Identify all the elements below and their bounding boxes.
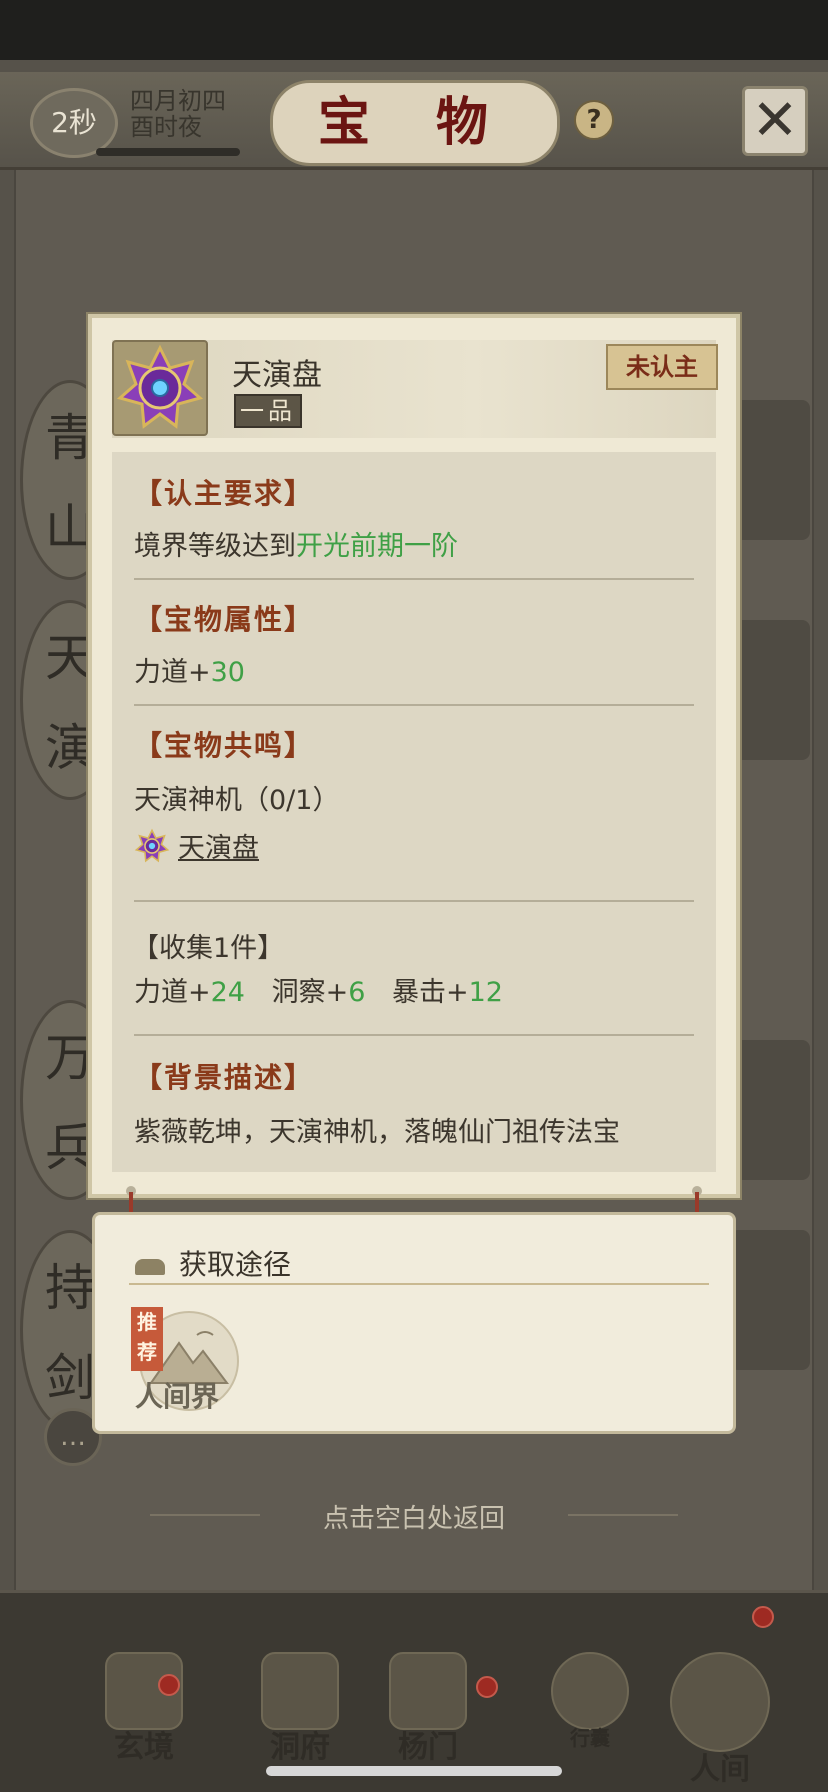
attributes-title: 【宝物属性】 [134,603,315,636]
purple-star-artifact-icon [112,340,208,436]
attribute-label: 力道+ [134,657,211,688]
world-icon [670,1652,770,1752]
nav-label: 杨门 [398,1730,458,1765]
bonus-label: 力道+ [134,977,211,1008]
date-display: 四月初四 酉时夜 [130,88,226,140]
item-details: 【认主要求】 境界等级达到开光前期一阶 【宝物属性】 力道+30 【宝物共鸣】 … [112,452,716,1172]
home-indicator[interactable] [266,1766,562,1776]
requirement-title: 【认主要求】 [134,477,315,510]
bonus-value: 12 [468,977,503,1008]
requirement-prefix: 境界等级达到 [134,531,296,562]
resonance-member-link[interactable]: 天演盘 [178,833,259,864]
purple-star-artifact-icon [134,828,170,864]
side-arrow-2 [730,620,810,760]
requirement-value: 开光前期一阶 [296,531,458,562]
hint-decor-right [568,1514,678,1516]
recommend-badge: 推荐 [131,1307,163,1371]
close-button[interactable]: ✕ [742,86,808,156]
return-hint[interactable]: 点击空白处返回 [0,1498,828,1535]
page-title: 宝 物 [270,80,560,166]
bonus-label: 洞察+ [271,977,349,1008]
notification-dot [158,1674,180,1696]
obtain-panel: 获取途径 推荐 人间界 [92,1212,736,1434]
banner-icon [389,1652,467,1730]
item-info-card: 天演盘 一品 未认主 【认主要求】 境界等级达到开光前期一阶 【宝物属性】 力道… [88,314,740,1198]
bonus-value: 6 [348,977,366,1008]
divider [134,704,694,706]
grade-badge: 一品 [234,394,302,428]
nav-label: 玄境 [114,1730,174,1765]
nav-item-renjian[interactable]: 人间 [660,1652,780,1787]
background-text: 紫薇乾坤，天演神机，落魄仙门祖传法宝 [134,1117,620,1148]
resonance-set-name: 天演神机（0/1） [134,785,340,816]
nav-item-dongfu[interactable]: 洞府 [240,1652,360,1772]
date-line2: 酉时夜 [130,113,202,141]
bonus-value: 24 [210,977,245,1008]
nav-label: 行囊 [570,1726,610,1750]
notification-dot [752,1606,774,1628]
time-progress-bar [96,148,240,156]
attribute-line: 力道+30 [134,650,245,689]
side-arrow-3 [730,1040,810,1180]
pavilion-icon [261,1652,339,1730]
divider [134,578,694,580]
side-arrow-1 [730,400,810,540]
nav-item-yangmen[interactable]: 杨门 [368,1652,488,1772]
source-label: 人间界 [135,1380,220,1413]
resonance-member[interactable]: 天演盘 [134,826,259,865]
divider [134,900,694,902]
collect-bonuses: 力道+24 洞察+6 暴击+12 [134,970,503,1009]
hat-icon [135,1259,165,1275]
obtain-title: 获取途径 [179,1248,292,1281]
nav-item-xuanjing[interactable]: 玄境 [84,1652,204,1772]
nav-label: 人间 [690,1752,750,1787]
attribute-value: 30 [210,657,245,688]
collect-title: 【收集1件】 [132,933,285,964]
resonance-title: 【宝物共鸣】 [134,729,315,762]
obtain-divider [129,1283,709,1285]
divider [134,1034,694,1036]
nav-label: 洞府 [270,1730,330,1765]
requirement-text: 境界等级达到开光前期一阶 [134,524,458,563]
nav-item-xingnang[interactable]: 行囊 [530,1652,650,1772]
bag-icon [551,1652,629,1730]
bonus-label: 暴击+ [391,977,469,1008]
background-title: 【背景描述】 [134,1061,315,1094]
bind-status-badge: 未认主 [606,344,718,390]
date-line1: 四月初四 [130,87,226,115]
help-button[interactable]: ? [574,100,614,140]
item-name: 天演盘 [232,358,322,393]
side-arrow-4 [730,1230,810,1370]
notification-dot [476,1676,498,1698]
